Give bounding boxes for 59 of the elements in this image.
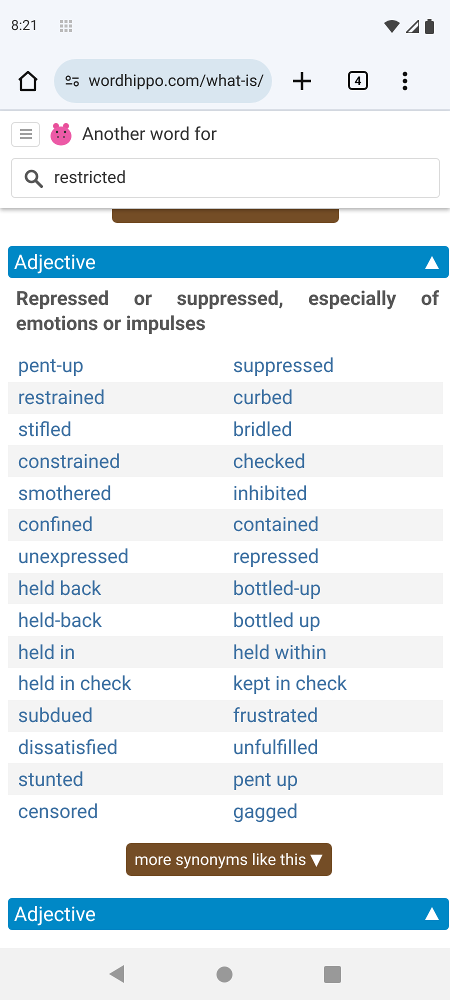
more-icon[interactable] [402,70,408,90]
synonym-link[interactable]: smothered [18,482,233,505]
hippo-icon [50,122,72,146]
synonym-link[interactable]: repressed [233,545,443,568]
synonym-link[interactable]: inhibited [233,482,443,505]
recents-icon[interactable] [324,966,341,982]
synonym-link[interactable]: subdued [18,704,233,728]
section-header[interactable]: Adjective [8,898,449,930]
home-button-icon[interactable] [216,966,233,982]
collapse-icon[interactable] [425,907,439,920]
home-icon[interactable] [16,70,40,92]
synonym-link[interactable]: stunted [18,768,233,791]
synonym-link[interactable]: held back [18,576,233,600]
menu-icon [20,129,32,139]
synonym-link[interactable]: restrained [18,386,233,410]
synonym-link[interactable]: held within [233,640,443,664]
collapse-icon[interactable] [425,256,439,268]
more-synonyms-button[interactable]: more synonyms like this ▼ [126,842,332,876]
search-field[interactable]: restricted [11,158,440,198]
synonym-link[interactable]: kept in check [233,672,443,696]
synonym-link[interactable]: unexpressed [18,545,233,568]
back-icon[interactable] [109,965,126,983]
new-tab-icon[interactable] [292,70,312,90]
synonym-link[interactable]: curbed [233,386,443,410]
synonym-link[interactable]: bottled up [233,608,443,632]
definition: Repressed or suppressed, especially of emotions or impulses [16,286,439,336]
synonym-link[interactable]: pent up [233,768,443,791]
url-text: wordhippo.com/what-is/ [88,71,264,90]
synonym-link[interactable]: held-back [18,608,233,632]
status-time: 8:21 [11,18,38,34]
synonym-link[interactable]: bridled [233,418,443,441]
synonym-link[interactable]: pent-up [18,354,233,378]
synonym-link[interactable]: constrained [18,450,233,473]
section-title: Adjective [14,250,96,274]
menu-button[interactable] [11,122,40,146]
synonym-link[interactable]: suppressed [233,354,443,378]
tab-count[interactable]: 4 [348,71,368,90]
section-title: Adjective [14,902,96,926]
synonym-link[interactable]: unfulfilled [233,736,443,759]
signal-icon [406,20,419,32]
synonym-link[interactable]: frustrated [233,704,443,728]
wifi-icon [384,20,400,32]
synonym-link[interactable]: censored [18,800,233,823]
synonym-link[interactable]: confined [18,513,233,536]
site-settings-icon[interactable] [65,74,80,88]
synonym-link[interactable]: bottled-up [233,576,443,600]
apps-icon [60,20,72,32]
synonym-link[interactable]: stifled [18,418,233,441]
synonym-link[interactable]: held in [18,640,233,664]
synonym-link[interactable]: checked [233,450,443,473]
battery-icon [425,18,434,34]
site-title: Another word for [82,124,217,144]
synonym-link[interactable]: dissatisfied [18,736,233,759]
section-header[interactable]: Adjective [8,246,449,278]
search-icon [24,169,43,188]
synonym-link[interactable]: gagged [233,800,443,823]
synonym-link[interactable]: held in check [18,672,233,696]
address-bar[interactable]: wordhippo.com/what-is/ [54,58,272,102]
synonym-link[interactable]: contained [233,513,443,536]
